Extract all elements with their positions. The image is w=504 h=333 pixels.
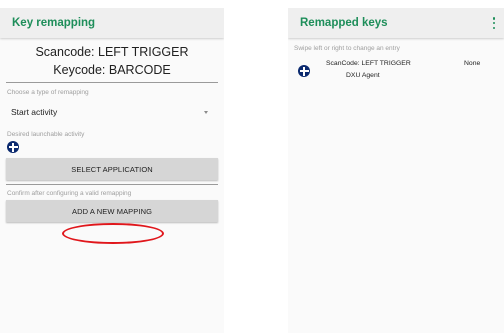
keycode-label: Keycode: BARCODE <box>53 63 171 77</box>
remap-type-caption: Choose a type of remapping <box>7 89 89 96</box>
entry-scancode: ScanCode: LEFT TRIGGER <box>326 60 411 67</box>
app-bar-title: Key remapping <box>12 17 96 29</box>
confirm-caption: Confirm after configuring a valid remapp… <box>7 190 132 197</box>
entry-value: None <box>464 60 481 67</box>
remapped-keys-screen: Remapped keys Swipe left or right to cha… <box>288 8 504 333</box>
dropdown-arrow-icon <box>204 111 208 114</box>
app-bar: Remapped keys <box>288 8 504 38</box>
activity-caption: Desired launchable activity <box>7 131 85 138</box>
app-bar-title: Remapped keys <box>300 17 388 29</box>
key-remapping-screen: Key remapping Scancode: LEFT TRIGGER Key… <box>0 8 224 333</box>
scancode-label: Scancode: LEFT TRIGGER <box>35 45 189 59</box>
overflow-menu-icon[interactable] <box>490 15 498 31</box>
select-application-button[interactable]: SELECT APPLICATION <box>6 158 218 180</box>
app-bar: Key remapping <box>0 8 224 38</box>
entry-target: DXU Agent <box>346 72 380 79</box>
divider <box>6 82 218 83</box>
divider <box>6 184 218 185</box>
blue-cross-circle-icon[interactable] <box>7 141 19 153</box>
add-new-mapping-button[interactable]: ADD A NEW MAPPING <box>6 200 218 222</box>
remapped-key-entry[interactable]: ScanCode: LEFT TRIGGER DXU Agent None <box>288 57 504 89</box>
swipe-hint: Swipe left or right to change an entry <box>294 45 400 52</box>
blue-cross-circle-icon <box>298 65 310 77</box>
remap-type-value: Start activity <box>11 107 58 117</box>
remap-type-dropdown[interactable]: Start activity <box>6 101 218 123</box>
